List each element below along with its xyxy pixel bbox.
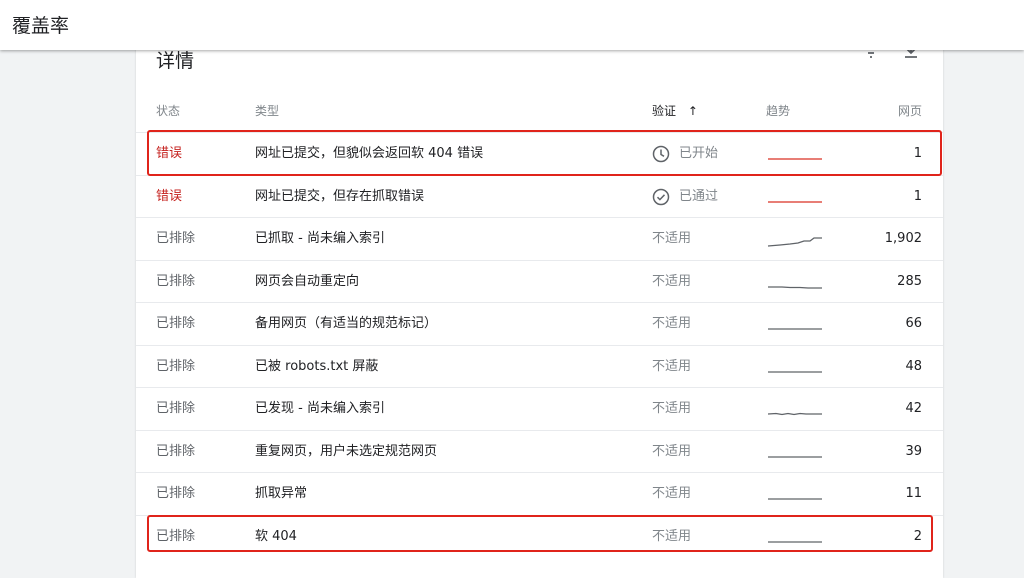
row-status: 已排除 — [156, 401, 196, 416]
row-pages: 11 — [905, 486, 922, 501]
check-circle-icon — [652, 188, 679, 206]
column-header-type[interactable]: 类型 — [255, 102, 279, 119]
table-row[interactable]: 已排除 已发现 - 尚未编入索引 不适用 42 — [136, 387, 943, 430]
trend-sparkline — [768, 370, 822, 373]
row-verify: 不适用 — [652, 528, 691, 546]
column-header-trend[interactable]: 趋势 — [766, 102, 790, 119]
row-status: 已排除 — [156, 316, 196, 331]
row-type: 已抓取 - 尚未编入索引 — [255, 231, 385, 246]
row-verify-label: 不适用 — [652, 528, 692, 544]
row-status: 已排除 — [156, 443, 196, 459]
table-row[interactable]: 已排除 已抓取 - 尚未编入索引 不适用 1,902 — [136, 217, 943, 260]
row-verify: 不适用 — [652, 400, 691, 418]
row-verify-label: 已开始 — [679, 146, 719, 161]
table-row[interactable]: 已排除 备用网页（有适当的规范标记） 不适用 66 — [136, 302, 943, 345]
row-pages: 48 — [905, 358, 922, 374]
row-status: 错误 — [156, 146, 183, 161]
trend-line — [767, 412, 822, 416]
row-status: 已排除 — [156, 528, 196, 544]
table-row[interactable]: 已排除 已被 robots.txt 屏蔽 不适用 48 — [136, 344, 943, 388]
row-pages: 1,902 — [884, 231, 922, 246]
table-row[interactable]: 已排除 抓取异常 不适用 11 — [136, 472, 943, 515]
row-verify-label: 不适用 — [652, 231, 692, 246]
trend-sparkline — [768, 200, 822, 203]
row-type: 网页会自动重定向 — [255, 273, 360, 289]
clock-icon — [652, 145, 679, 163]
column-header-verify[interactable]: 验证 ↑ — [652, 102, 698, 119]
row-type: 已发现 - 尚未编入索引 — [255, 401, 385, 416]
row-type: 备用网页（有适当的规范标记） — [255, 316, 438, 331]
table-row[interactable]: 已排除 软 404 不适用 2 — [136, 514, 943, 558]
row-verify: 不适用 — [652, 358, 691, 376]
row-verify: 不适用 — [652, 230, 691, 248]
sort-arrow-up-icon: ↑ — [687, 104, 698, 118]
row-pages: 2 — [913, 528, 922, 544]
row-type: 抓取异常 — [255, 486, 308, 501]
row-verify: 不适用 — [652, 315, 691, 333]
row-verify-label: 不适用 — [652, 358, 692, 374]
row-verify-label: 不适用 — [652, 273, 692, 289]
column-header-pages[interactable]: 网页 — [898, 102, 922, 119]
trend-sparkline — [767, 237, 822, 247]
row-verify-label: 不适用 — [652, 486, 692, 501]
card-title: 详情 — [156, 50, 195, 72]
trend-line — [767, 237, 822, 247]
row-verify-label: 已通过 — [679, 188, 719, 204]
row-pages: 42 — [905, 401, 922, 416]
row-pages: 66 — [905, 316, 922, 331]
table-row[interactable]: 已排除 重复网页，用户未选定规范网页 不适用 39 — [136, 429, 943, 473]
row-verify: 已通过 — [652, 188, 718, 206]
row-status: 已排除 — [156, 358, 196, 374]
trend-sparkline — [768, 540, 822, 543]
row-status: 已排除 — [156, 273, 196, 289]
row-verify-label: 不适用 — [652, 316, 692, 331]
row-pages: 39 — [905, 443, 922, 459]
row-verify: 不适用 — [652, 273, 691, 291]
trend-sparkline — [767, 412, 822, 416]
top-bar: 覆盖率 — [0, 0, 1024, 50]
trend-sparkline — [768, 285, 822, 289]
row-type: 重复网页，用户未选定规范网页 — [255, 443, 438, 459]
row-verify-label: 不适用 — [652, 401, 692, 416]
trend-sparkline — [768, 498, 822, 500]
column-header-status[interactable]: 状态 — [156, 102, 180, 119]
details-card: 详情 状态 类型 验证 ↑ 趋势 网页 错误 网址已提交，但貌似会返回软 404 … — [136, 18, 943, 578]
row-verify: 已开始 — [652, 145, 718, 163]
trend-sparkline — [768, 455, 822, 458]
row-type: 软 404 — [255, 528, 297, 544]
table-row[interactable]: 已排除 网页会自动重定向 不适用 285 — [136, 259, 943, 303]
row-pages: 285 — [897, 273, 922, 289]
row-pages: 1 — [913, 188, 922, 204]
row-status: 已排除 — [156, 231, 196, 246]
column-header-verify-label: 验证 — [652, 104, 677, 118]
row-verify-label: 不适用 — [652, 443, 692, 459]
trend-line — [768, 285, 822, 289]
row-status: 错误 — [156, 188, 183, 204]
row-verify: 不适用 — [652, 485, 691, 503]
row-verify: 不适用 — [652, 443, 691, 461]
table-row[interactable]: 错误 网址已提交，但貌似会返回软 404 错误 已开始 1 — [136, 132, 943, 175]
row-type: 已被 robots.txt 屏蔽 — [255, 358, 379, 374]
table-row[interactable]: 错误 网址已提交，但存在抓取错误 已通过 1 — [136, 174, 943, 218]
page-title: 覆盖率 — [12, 15, 70, 37]
row-type: 网址已提交，但存在抓取错误 — [255, 188, 425, 204]
row-pages: 1 — [913, 146, 922, 161]
trend-sparkline — [768, 328, 822, 330]
row-type: 网址已提交，但貌似会返回软 404 错误 — [255, 146, 484, 161]
row-status: 已排除 — [156, 486, 196, 501]
trend-sparkline — [768, 158, 822, 160]
